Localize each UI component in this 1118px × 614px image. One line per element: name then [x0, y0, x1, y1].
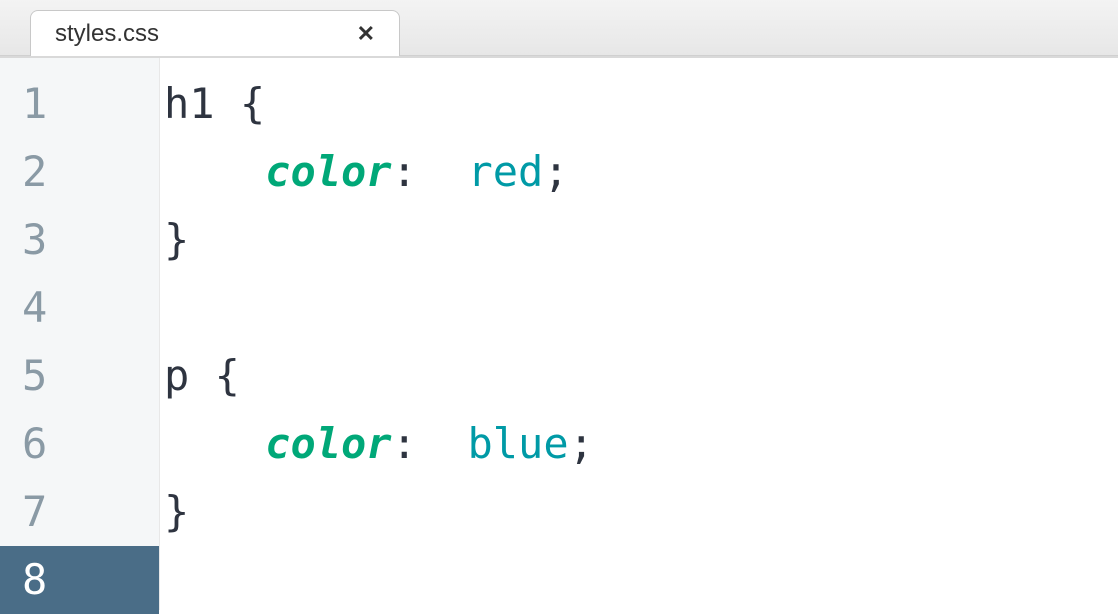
code-line: } — [164, 206, 1118, 274]
line-number: 8 — [0, 546, 159, 614]
code-line — [164, 274, 1118, 342]
code-line — [164, 546, 1118, 614]
line-number: 1 — [0, 70, 159, 138]
tab-bar: styles.css ✕ — [0, 0, 1118, 56]
line-number: 3 — [0, 206, 159, 274]
close-icon[interactable]: ✕ — [353, 19, 379, 49]
line-number: 7 — [0, 478, 159, 546]
line-number: 4 — [0, 274, 159, 342]
editor: 12345678 h1 { color: red;} p { color: blu… — [0, 56, 1118, 610]
line-number-gutter: 12345678 — [0, 58, 160, 610]
tab-title: styles.css — [55, 20, 159, 48]
line-number: 6 — [0, 410, 159, 478]
code-line: } — [164, 478, 1118, 546]
code-line: h1 { — [164, 70, 1118, 138]
code-line: p { — [164, 342, 1118, 410]
code-line: color: blue; — [164, 410, 1118, 478]
line-number: 2 — [0, 138, 159, 206]
code-line: color: red; — [164, 138, 1118, 206]
file-tab[interactable]: styles.css ✕ — [30, 10, 400, 56]
line-number: 5 — [0, 342, 159, 410]
code-area[interactable]: h1 { color: red;} p { color: blue;} — [160, 58, 1118, 610]
